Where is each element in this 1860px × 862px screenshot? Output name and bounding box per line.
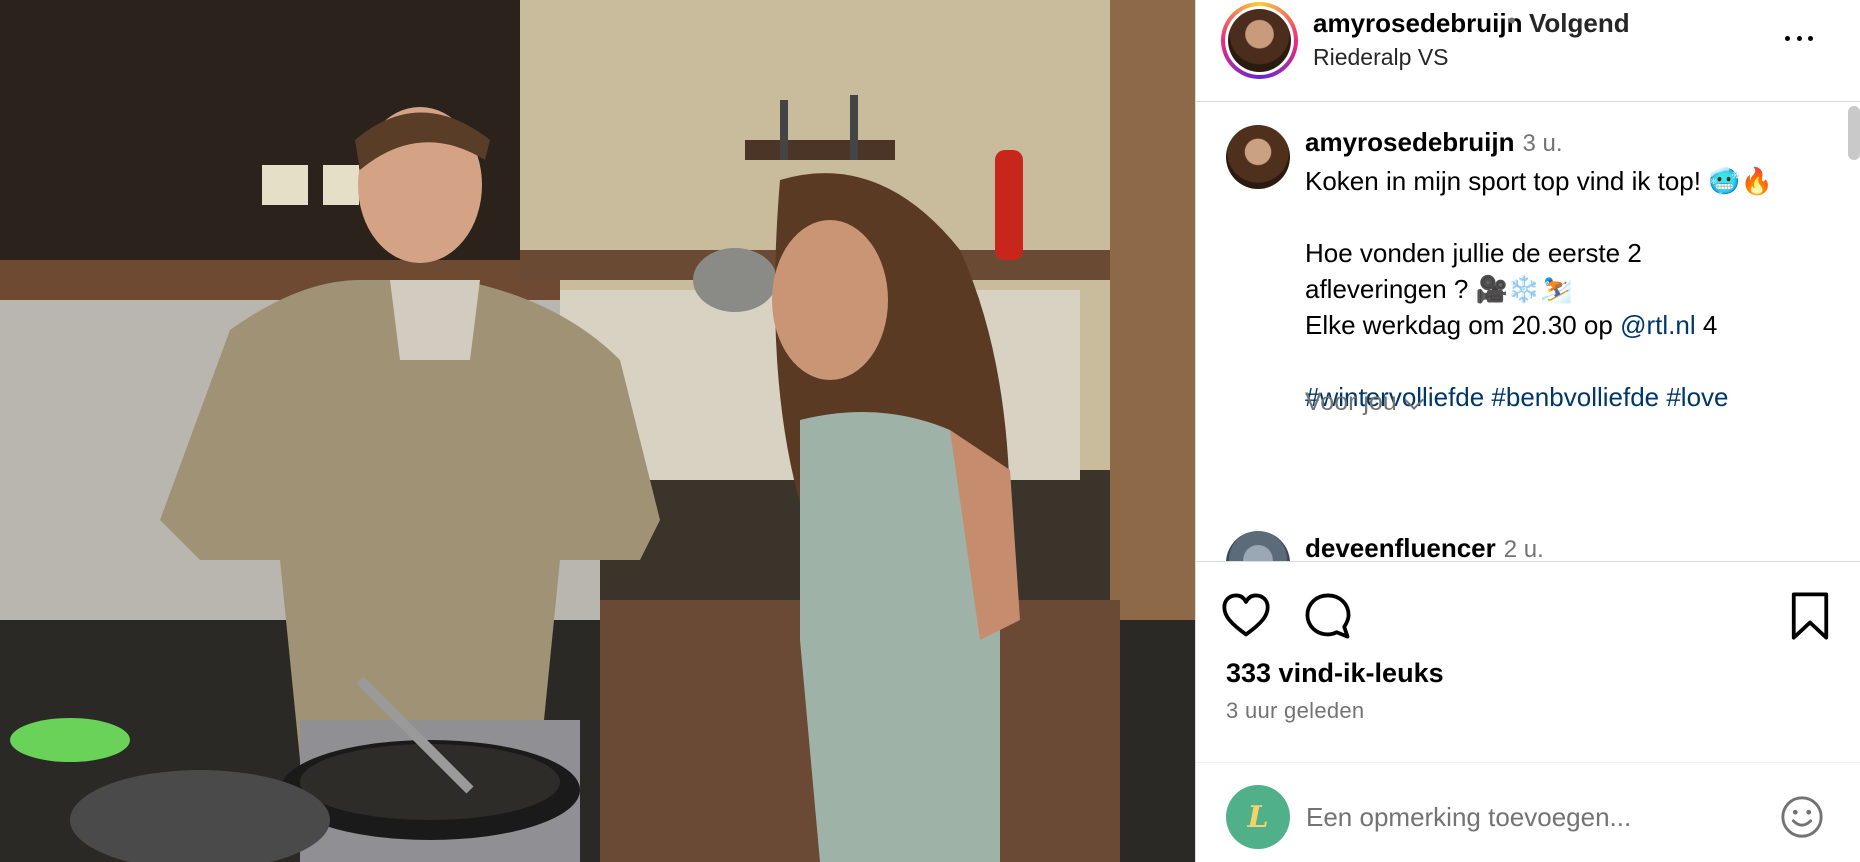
separator-dot: •: [1508, 8, 1516, 33]
caption-line-4-suffix: 4: [1695, 310, 1718, 340]
comment-composer: L: [1196, 775, 1860, 855]
caption-blank-line-2: [1305, 343, 1845, 379]
caption-time[interactable]: 3 u.: [1523, 130, 1563, 157]
comments-scrollbar[interactable]: [1848, 106, 1860, 160]
caption-author-row: amyrosedebruijn 3 u.: [1305, 127, 1563, 158]
comment-input[interactable]: [1306, 795, 1726, 839]
caption-line-1: Koken in mijn sport top vind ik top! 🥶🔥: [1305, 166, 1773, 196]
post-caption: Koken in mijn sport top vind ik top! 🥶🔥 …: [1305, 163, 1845, 415]
comment-bubble-icon[interactable]: [1302, 590, 1354, 642]
comment-avatar[interactable]: [1226, 531, 1290, 561]
comment-time[interactable]: 2 u.: [1504, 536, 1544, 561]
instagram-post-view: amyrosedebruijn • Volgend Riederalp VS a…: [0, 0, 1860, 862]
caption-author-username[interactable]: amyrosedebruijn: [1305, 127, 1515, 157]
author-avatar-image: [1228, 9, 1291, 72]
post-timestamp[interactable]: 3 uur geleden: [1226, 698, 1364, 724]
voor-jou-toggle[interactable]: Voor jou: [1305, 388, 1424, 417]
caption-line-4-text: Elke werkdag om 20.30 op: [1305, 310, 1621, 340]
chevron-down-icon: [1403, 389, 1424, 410]
voor-jou-label: Voor jou: [1305, 388, 1397, 416]
author-username-link[interactable]: amyrosedebruijn: [1313, 8, 1523, 39]
emoji-smiley-icon[interactable]: [1779, 794, 1825, 840]
bookmark-icon[interactable]: [1784, 590, 1836, 642]
divider: [1196, 762, 1860, 763]
comment-author-row: deveenfluencer 2 u.: [1305, 533, 1544, 561]
comments-scroll-area[interactable]: amyrosedebruijn 3 u. Koken in mijn sport …: [1196, 103, 1860, 561]
caption-line-3: afleveringen ? 🎥❄️⛷️: [1305, 274, 1573, 304]
comment-username[interactable]: deveenfluencer: [1305, 533, 1496, 561]
heart-icon[interactable]: [1220, 590, 1272, 642]
post-header: amyrosedebruijn • Volgend Riederalp VS: [1196, 0, 1860, 102]
mention-link[interactable]: @rtl.nl: [1620, 310, 1696, 340]
current-user-avatar: L: [1226, 785, 1290, 849]
following-button[interactable]: Volgend: [1529, 8, 1630, 39]
location-link[interactable]: Riederalp VS: [1313, 44, 1449, 71]
post-actions: 333 vind-ik-leuks 3 uur geleden: [1196, 562, 1860, 762]
avatar-letter: L: [1247, 799, 1269, 835]
kitchen-scene-image: [0, 0, 1195, 862]
more-options-icon[interactable]: [1779, 24, 1819, 52]
post-side-panel: amyrosedebruijn • Volgend Riederalp VS a…: [1195, 0, 1860, 862]
author-avatar[interactable]: [1221, 2, 1298, 79]
caption-author-avatar[interactable]: [1226, 125, 1290, 189]
caption-line-2: Hoe vonden jullie de eerste 2: [1305, 238, 1642, 268]
caption-line-4: Elke werkdag om 20.30 op @rtl.nl 4: [1305, 307, 1845, 343]
likes-count[interactable]: 333 vind-ik-leuks: [1226, 658, 1444, 689]
post-photo[interactable]: [0, 0, 1195, 862]
